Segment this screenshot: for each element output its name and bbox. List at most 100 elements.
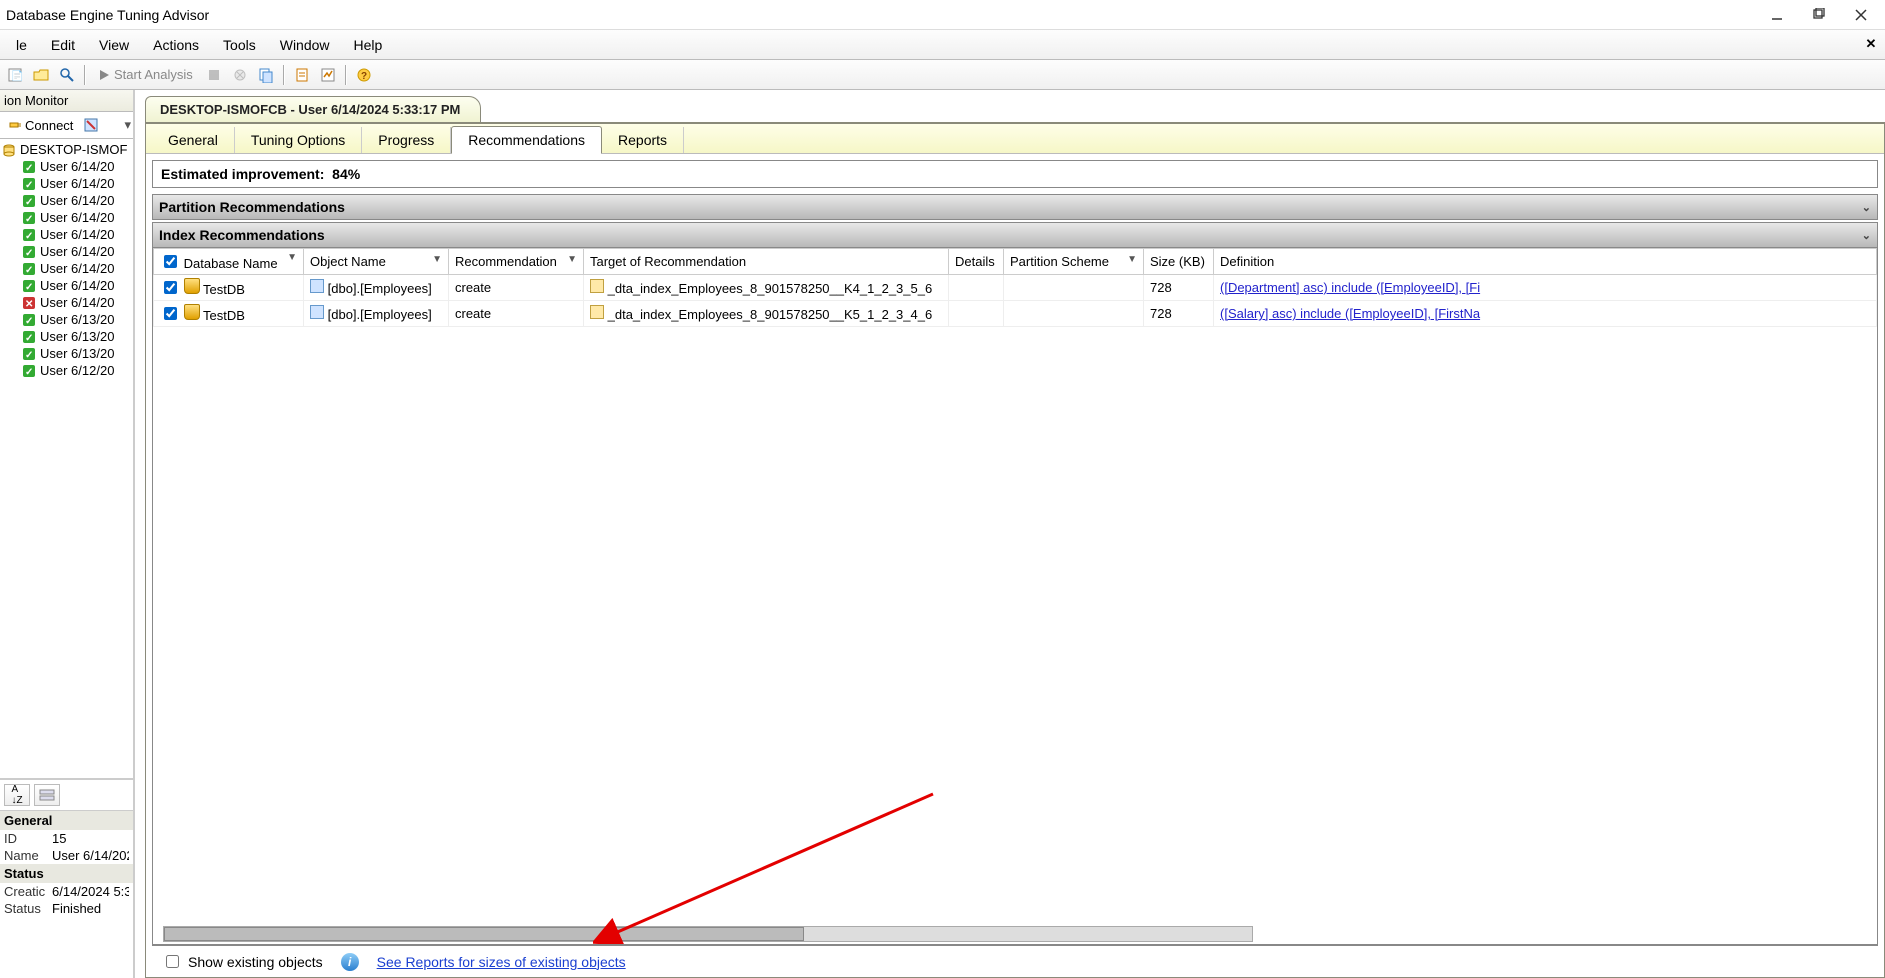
table-row[interactable]: TestDB [dbo].[Employees] create _dta_ind… [154, 301, 1877, 327]
session-item[interactable]: ✓User 6/14/20 [0, 192, 133, 209]
panel-dropdown-icon[interactable]: ▾ [124, 117, 131, 133]
see-reports-link[interactable]: See Reports for sizes of existing object… [377, 954, 626, 970]
session-item[interactable]: ✓User 6/13/20 [0, 311, 133, 328]
session-item[interactable]: ✓User 6/14/20 [0, 209, 133, 226]
dropdown-icon[interactable]: ▼ [287, 252, 297, 263]
maximize-button[interactable] [1809, 5, 1829, 25]
start-analysis-button[interactable]: Start Analysis [92, 67, 199, 82]
cell-object: [dbo].[Employees] [328, 307, 432, 322]
cell-target: _dta_index_Employees_8_901578250__K4_1_2… [608, 281, 933, 296]
session-label: User 6/14/20 [40, 244, 114, 259]
find-icon[interactable] [56, 64, 78, 86]
cell-details [949, 301, 1004, 327]
estimated-improvement-bar: Estimated improvement: 84% [152, 160, 1878, 188]
menu-actions[interactable]: Actions [141, 33, 211, 57]
dropdown-icon[interactable]: ▼ [1127, 254, 1137, 265]
menu-window[interactable]: Window [268, 33, 342, 57]
expand-collapse-icon[interactable]: ⌄ [1862, 201, 1871, 214]
table-row[interactable]: TestDB [dbo].[Employees] create _dta_ind… [154, 275, 1877, 301]
menu-view[interactable]: View [87, 33, 141, 57]
bottom-bar: Show existing objects i See Reports for … [152, 945, 1878, 977]
stop-icon[interactable] [203, 64, 225, 86]
horizontal-scrollbar[interactable] [163, 926, 1253, 942]
session-item[interactable]: ✓ User 6/14/20 [0, 243, 133, 260]
annotation-arrow [593, 784, 953, 944]
session-item[interactable]: ✓ User 6/13/20 [0, 328, 133, 345]
open-icon[interactable] [30, 64, 52, 86]
categorize-button[interactable] [34, 784, 60, 806]
session-item[interactable]: ✓User 6/14/20 [0, 226, 133, 243]
minimize-button[interactable] [1767, 5, 1787, 25]
svg-text:✓: ✓ [25, 248, 33, 259]
menu-edit[interactable]: Edit [39, 33, 87, 57]
evaluate-icon[interactable] [317, 64, 339, 86]
menu-tools[interactable]: Tools [211, 33, 268, 57]
show-existing-checkbox[interactable]: Show existing objects [162, 952, 323, 971]
document-tab[interactable]: DESKTOP-ISMOFCB - User 6/14/2024 5:33:17… [145, 96, 481, 122]
session-item[interactable]: ✓User 6/12/20 [0, 362, 133, 379]
tab-progress[interactable]: Progress [362, 127, 451, 153]
session-item[interactable]: ✓User 6/14/20 [0, 158, 133, 175]
svg-text:✕: ✕ [25, 299, 33, 310]
copy-icon[interactable] [255, 64, 277, 86]
sort-az-button[interactable]: A↓Z [4, 784, 30, 806]
show-existing-input[interactable] [166, 955, 179, 968]
new-session-icon[interactable]: 📄 [4, 64, 26, 86]
toolbar: 📄 Start Analysis ? [0, 60, 1885, 90]
prop-creat-key: Creatic [4, 884, 52, 899]
disconnect-icon[interactable] [80, 114, 102, 136]
session-item[interactable]: ✓User 6/14/20 [0, 175, 133, 192]
tab-tuning-options[interactable]: Tuning Options [235, 127, 362, 153]
row-checkbox[interactable] [164, 281, 177, 294]
play-icon [98, 69, 110, 81]
col-object-name[interactable]: Object Name▼ [304, 249, 449, 275]
help-icon[interactable]: ? [353, 64, 375, 86]
menu-help[interactable]: Help [342, 33, 395, 57]
inner-tabs: General Tuning Options Progress Recommen… [146, 124, 1884, 154]
expand-collapse-icon[interactable]: ⌄ [1862, 229, 1871, 242]
svg-text:✓: ✓ [25, 333, 33, 344]
col-partition-scheme[interactable]: Partition Scheme▼ [1004, 249, 1144, 275]
session-label: User 6/13/20 [40, 346, 114, 361]
col-target[interactable]: Target of Recommendation [584, 249, 949, 275]
select-all-checkbox[interactable] [164, 255, 177, 268]
tab-recommendations[interactable]: Recommendations [451, 126, 602, 154]
tab-reports[interactable]: Reports [602, 127, 684, 153]
recommendations-grid[interactable]: Database Name▼ Object Name▼ Recommendati… [152, 248, 1878, 327]
prop-status-val: Finished [52, 901, 129, 916]
close-button[interactable] [1851, 5, 1871, 25]
scrollbar-thumb[interactable] [164, 927, 804, 941]
definition-link[interactable]: ([Department] asc) include ([EmployeeID]… [1220, 280, 1480, 295]
dropdown-icon[interactable]: ▼ [432, 254, 442, 265]
col-size[interactable]: Size (KB) [1144, 249, 1214, 275]
session-tree[interactable]: DESKTOP-ISMOF ✓ User 6/14/20 ✓ User 6/14/20… [0, 139, 133, 778]
prop-group-general: General [0, 811, 133, 830]
session-label: User 6/13/20 [40, 329, 114, 344]
col-details[interactable]: Details [949, 249, 1004, 275]
index-recs-header[interactable]: Index Recommendations ⌄ [152, 222, 1878, 248]
session-item[interactable]: ✓User 6/14/20 [0, 260, 133, 277]
row-checkbox[interactable] [164, 307, 177, 320]
connect-button[interactable]: Connect [2, 115, 78, 136]
server-node[interactable]: DESKTOP-ISMOF [0, 141, 133, 158]
tab-general[interactable]: General [152, 127, 235, 153]
report-icon[interactable] [291, 64, 313, 86]
partition-recs-header[interactable]: Partition Recommendations ⌄ [152, 194, 1878, 220]
session-label: User 6/14/20 [40, 193, 114, 208]
cancel-icon[interactable] [229, 64, 251, 86]
session-item[interactable]: ✕User 6/14/20 [0, 294, 133, 311]
show-existing-label: Show existing objects [188, 954, 323, 970]
col-definition[interactable]: Definition [1214, 249, 1877, 275]
connect-label: Connect [25, 118, 73, 133]
svg-text:✓: ✓ [25, 316, 33, 327]
definition-link[interactable]: ([Salary] asc) include ([EmployeeID], [F… [1220, 306, 1480, 321]
mdi-close-icon[interactable]: ✕ [1861, 34, 1881, 54]
menu-file[interactable]: le [4, 33, 39, 57]
col-db-name[interactable]: Database Name▼ [154, 249, 304, 275]
session-item[interactable]: ✓User 6/13/20 [0, 345, 133, 362]
session-item[interactable]: ✓User 6/14/20 [0, 277, 133, 294]
index-icon [590, 305, 604, 319]
plug-icon [7, 118, 21, 132]
col-recommendation[interactable]: Recommendation▼ [449, 249, 584, 275]
dropdown-icon[interactable]: ▼ [567, 254, 577, 265]
